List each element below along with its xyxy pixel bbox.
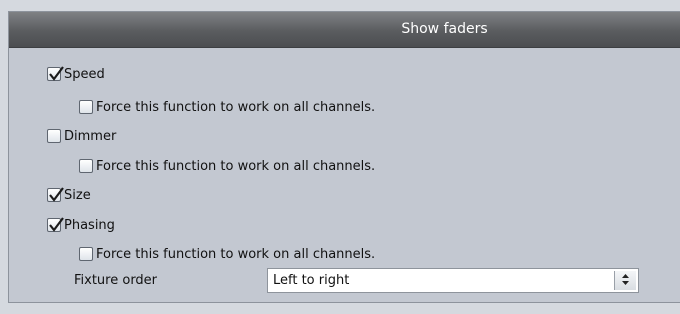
speed-force-label: Force this function to work on all chann… (96, 99, 376, 115)
phasing-checkbox[interactable] (47, 217, 64, 232)
spinner-updown-icon[interactable] (614, 271, 636, 290)
speed-option[interactable]: Speed (47, 64, 105, 84)
phasing-label: Phasing (64, 217, 115, 233)
dimmer-force-checkbox[interactable] (79, 159, 93, 173)
check-icon (49, 217, 64, 232)
check-icon (49, 66, 64, 81)
speed-force-checkbox[interactable] (79, 100, 93, 114)
fixture-order-label: Fixture order (74, 273, 158, 288)
check-icon (49, 187, 64, 202)
size-checkbox[interactable] (47, 187, 64, 202)
speed-label: Speed (64, 66, 105, 82)
phasing-force-option[interactable]: Force this function to work on all chann… (79, 244, 375, 264)
speed-checkbox[interactable] (47, 66, 64, 81)
dimmer-checkbox[interactable] (47, 129, 61, 143)
size-option[interactable]: Size (47, 185, 91, 205)
dimmer-label: Dimmer (64, 128, 117, 144)
dimmer-option[interactable]: Dimmer (47, 126, 116, 146)
dimmer-force-label: Force this function to work on all chann… (96, 158, 376, 174)
dimmer-force-option[interactable]: Force this function to work on all chann… (79, 156, 375, 176)
size-label: Size (64, 187, 91, 203)
phasing-force-label: Force this function to work on all chann… (96, 246, 376, 262)
speed-force-option[interactable]: Force this function to work on all chann… (79, 97, 375, 117)
phasing-force-checkbox[interactable] (79, 247, 93, 261)
panel-title: Show faders (401, 21, 488, 37)
fixture-order-select[interactable]: Left to right (267, 268, 639, 293)
fixture-order-value: Left to right (273, 273, 350, 288)
phasing-option[interactable]: Phasing (47, 215, 115, 235)
panel-header: Show faders (9, 12, 680, 48)
